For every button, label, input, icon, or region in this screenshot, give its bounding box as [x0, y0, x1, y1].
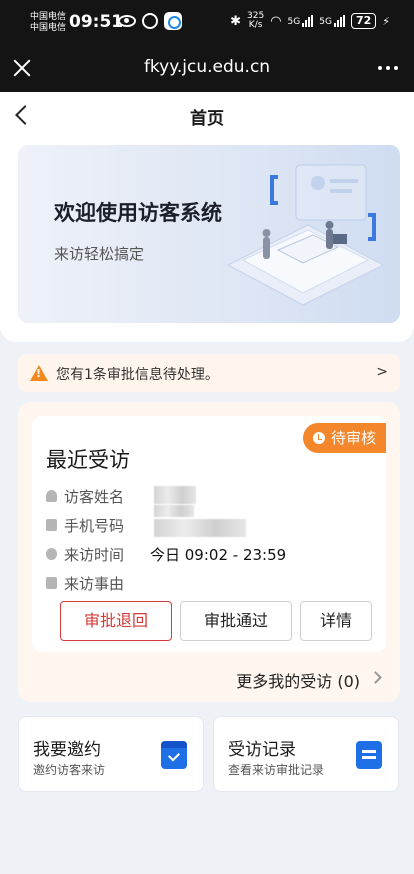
net-type-1: 5G [287, 17, 301, 27]
phone-redacted-2 [154, 519, 246, 537]
clock-icon [312, 432, 325, 444]
clock-icon [46, 548, 57, 560]
status-badge: 待审核 [302, 423, 386, 453]
banner-title: 欢迎使用访客系统 [54, 201, 222, 225]
signal-bars-icon [302, 15, 314, 27]
carrier-info: 中国电信 中国电信 [30, 12, 66, 34]
calendar-check-icon [161, 741, 187, 769]
welcome-banner: 欢迎使用访客系统 来访轻松搞定 [18, 145, 400, 323]
browser-toolbar: fkyy.jcu.edu.cn [0, 44, 414, 92]
signal-1: 5G [288, 15, 314, 27]
invite-title: 我要邀约 [33, 740, 101, 760]
invite-subtitle: 邀约访客来访 [33, 763, 106, 777]
invite-tile[interactable]: 我要邀约 邀约访客来访 [18, 716, 204, 792]
header-card: 首页 欢迎使用访客系统 来访轻松搞定 [0, 92, 414, 342]
pending-approval-notice[interactable]: 您有1条审批信息待处理。 > [18, 354, 400, 392]
recent-visit-title: 最近受访 [46, 448, 130, 472]
status-badge-label: 待审核 [330, 429, 376, 447]
more-menu-icon[interactable] [378, 66, 398, 70]
visit-records-subtitle: 查看来访审批记录 [228, 763, 325, 777]
bluetooth-icon: ✱ [230, 13, 242, 29]
notice-text: 您有1条审批信息待处理。 [56, 367, 219, 383]
visit-time-value: 今日 09:02 - 23:59 [150, 546, 287, 564]
carrier-2: 中国电信 [30, 23, 67, 33]
visit-reason-label: 来访事由 [64, 575, 125, 593]
visitor-name-redacted [154, 486, 196, 504]
chevron-right-icon: > [376, 364, 388, 380]
charging-icon: ⚡ [382, 14, 390, 28]
visit-records-tile[interactable]: 受访记录 查看来访审批记录 [213, 716, 399, 792]
clock: 09:51 [69, 12, 124, 32]
phone-redacted-1 [154, 505, 194, 517]
eye-icon [118, 15, 136, 27]
document-icon [356, 741, 382, 769]
signal-bars-icon [333, 15, 345, 27]
visit-time-label: 来访时间 [64, 546, 125, 564]
app-notification-icon [164, 12, 182, 30]
battery-indicator: 72 [350, 13, 377, 29]
carrier-1: 中国电信 [30, 12, 67, 22]
url-display: fkyy.jcu.edu.cn [143, 57, 271, 77]
phone-label: 手机号码 [64, 517, 125, 535]
document-icon [46, 577, 57, 589]
alarm-icon [142, 13, 158, 29]
net-speed: 325 K/s [247, 12, 264, 30]
net-type-2: 5G [319, 17, 332, 27]
visit-records-title: 受访记录 [228, 740, 296, 760]
banner-subtitle: 来访轻松搞定 [54, 245, 145, 263]
more-visits-link[interactable]: 更多我的受访 (0) [236, 668, 360, 692]
visitor-name-label: 访客姓名 [64, 488, 125, 506]
status-bar: 中国电信 中国电信 09:51 ✱ 325 K/s ◠ 5G 5G 72 ⚡ [0, 0, 414, 44]
signal-2: 5G [319, 15, 345, 27]
page-title: 首页 [190, 109, 224, 129]
approve-button[interactable]: 审批通过 [180, 601, 292, 641]
chevron-right-icon[interactable] [369, 671, 382, 684]
person-icon [46, 490, 57, 502]
phone-icon [46, 519, 57, 531]
warning-icon [30, 365, 48, 381]
recent-visit-panel: 最近受访 待审核 访客姓名 手机号码 来访时间 今日 09:02 - 23:59… [18, 402, 400, 702]
reception-illustration [226, 164, 385, 306]
net-speed-unit: K/s [248, 20, 263, 30]
reject-button[interactable]: 审批退回 [60, 601, 172, 641]
detail-button[interactable]: 详情 [300, 601, 372, 641]
wifi-icon: ◠ [270, 13, 282, 29]
